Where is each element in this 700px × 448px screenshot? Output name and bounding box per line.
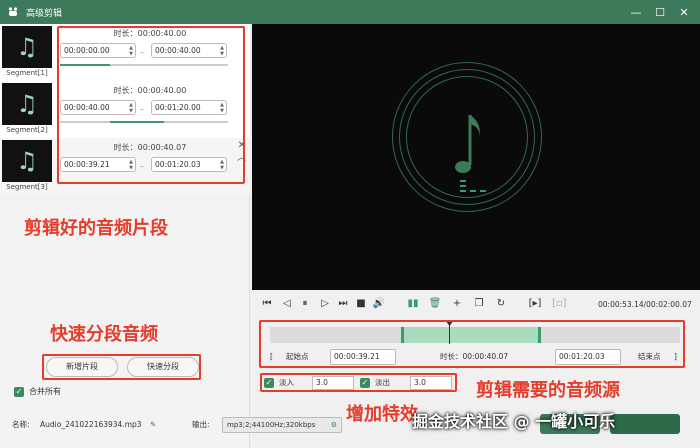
segment-start-input[interactable]: 00:00:40.00 ▲ ▼ [60, 100, 136, 115]
output-format[interactable]: mp3;2;44100Hz;320kbps ⚙ [222, 417, 342, 433]
pause-icon[interactable]: ⏸ [298, 298, 312, 309]
split-icon[interactable]: ▮▮ [406, 298, 420, 309]
segment-end-input[interactable]: 00:01:20.00 ▲ ▼ [151, 100, 227, 115]
annotation-source: 剪辑需要的音频源 [476, 380, 620, 401]
segment-progress [60, 64, 228, 66]
step-forward-icon[interactable]: ▷ [318, 298, 332, 309]
skip-end-icon[interactable]: ⏭ [336, 298, 350, 309]
start-point-input[interactable]: 00:00:39.21 [330, 349, 396, 365]
bracket-left-icon: [ [270, 352, 273, 361]
preview-panel [252, 24, 700, 290]
trash-icon[interactable]: 🗑 [428, 298, 442, 309]
chevron-up-icon[interactable]: ︿ [237, 150, 246, 163]
music-note-icon: ♫ [2, 83, 52, 125]
skip-start-icon[interactable]: ⏮ [260, 298, 274, 309]
playback-time: 00:00:53.14/00:02:00.07 [598, 300, 692, 309]
segment-progress [60, 121, 228, 123]
music-note-icon [455, 115, 486, 192]
output-label: 输出: [192, 420, 210, 429]
annotation-quick-split: 快速分段音频 [50, 324, 158, 345]
minimize-icon[interactable]: — [624, 0, 648, 24]
edit-name-icon[interactable]: ✎ [150, 418, 156, 432]
segment-start-input[interactable]: 00:00:00.00 ▲ ▼ [60, 43, 136, 58]
segment-end-input[interactable]: 00:01:20.03 ▲ ▼ [151, 157, 227, 172]
segment-end-input[interactable]: 00:00:40.00 ▲ ▼ [151, 43, 227, 58]
step-back-icon[interactable]: ◁ [280, 298, 294, 309]
segment-item[interactable]: ♫ Segment[2] 时长：00:00:40.00 00:00:40.00 ▲… [0, 81, 250, 138]
fade-in-checkbox[interactable]: ✓ [264, 378, 274, 388]
add-segment-button[interactable]: 新增片段 [46, 357, 118, 377]
music-note-icon: ♫ [2, 26, 52, 68]
annotation-clips: 剪辑好的音频片段 [24, 218, 168, 239]
fade-out-checkbox[interactable]: ✓ [360, 378, 370, 388]
volume-icon[interactable]: 🔊 [372, 298, 386, 309]
segment-label: Segment[2] [6, 126, 48, 134]
fade-out-label: 淡出 [375, 378, 390, 387]
segment-label: Segment[1] [6, 69, 48, 77]
end-point-input[interactable]: 00:01:20.03 [555, 349, 621, 365]
cancel-button[interactable] [610, 414, 680, 434]
segment-label: Segment[3] [6, 183, 48, 191]
range-duration: 时长：00:00:40.07 [440, 352, 509, 361]
quick-split-button[interactable]: 快速分段 [127, 357, 199, 377]
selected-range[interactable] [401, 327, 541, 343]
advanced-edit-window: 高级剪辑 — ☐ ✕ ♫ Segment[1] 时长：00:00:40.00 0… [0, 0, 700, 448]
segment-duration: 时长：00:00:40.00 [113, 86, 187, 95]
window-title: 高级剪辑 [26, 8, 63, 19]
mark-out-icon[interactable]: [▫] [552, 298, 567, 309]
file-name: Audio_241022163934.mp3 [40, 420, 142, 429]
segment-duration: 时长：00:00:40.00 [113, 29, 187, 38]
segment-start-input[interactable]: 00:00:39.21 ▲ ▼ [60, 157, 136, 172]
app-logo-icon [6, 5, 20, 19]
close-icon[interactable]: ✕ [672, 0, 696, 24]
maximize-icon[interactable]: ☐ [648, 0, 672, 24]
bracket-right-icon: ] [674, 352, 677, 361]
add-icon[interactable]: + [450, 298, 464, 309]
merge-all-checkbox[interactable]: ✓ [14, 387, 24, 397]
start-point-label: 起始点 [286, 352, 309, 361]
music-note-icon: ♫ [2, 140, 52, 182]
segment-item[interactable]: ♫ Segment[1] 时长：00:00:40.00 00:00:00.00 ▲… [0, 24, 250, 81]
left-panel: ♫ Segment[1] 时长：00:00:40.00 00:00:00.00 ▲… [0, 24, 250, 448]
end-point-label: 结束点 [638, 352, 661, 361]
annotation-effects: 增加特效 [346, 404, 418, 425]
gear-icon[interactable]: ⚙ [331, 418, 337, 432]
segment-item-selected[interactable]: ♫ Segment[3] 时长：00:00:40.07 00:00:39.21 ▲… [0, 138, 250, 195]
title-bar: 高级剪辑 — ☐ ✕ [0, 0, 700, 24]
watermark: 掘金技术社区 @ 一罐小可乐 [412, 412, 616, 431]
segment-duration: 时长：00:00:40.07 [113, 143, 187, 152]
mark-in-icon[interactable]: [▸] [528, 298, 542, 309]
fade-in-label: 淡入 [279, 378, 294, 387]
refresh-icon[interactable]: ↻ [494, 298, 508, 309]
playhead-marker-icon [445, 320, 454, 326]
copy-icon[interactable]: ❐ [472, 298, 486, 309]
merge-all-label: 合并所有 [29, 387, 61, 396]
fade-in-input[interactable]: 3.0 [312, 376, 354, 390]
fade-out-input[interactable]: 3.0 [410, 376, 452, 390]
segment-list: ♫ Segment[1] 时长：00:00:40.00 00:00:00.00 ▲… [0, 24, 250, 195]
stop-icon[interactable]: ■ [354, 298, 368, 309]
name-label: 名称: [12, 420, 30, 429]
